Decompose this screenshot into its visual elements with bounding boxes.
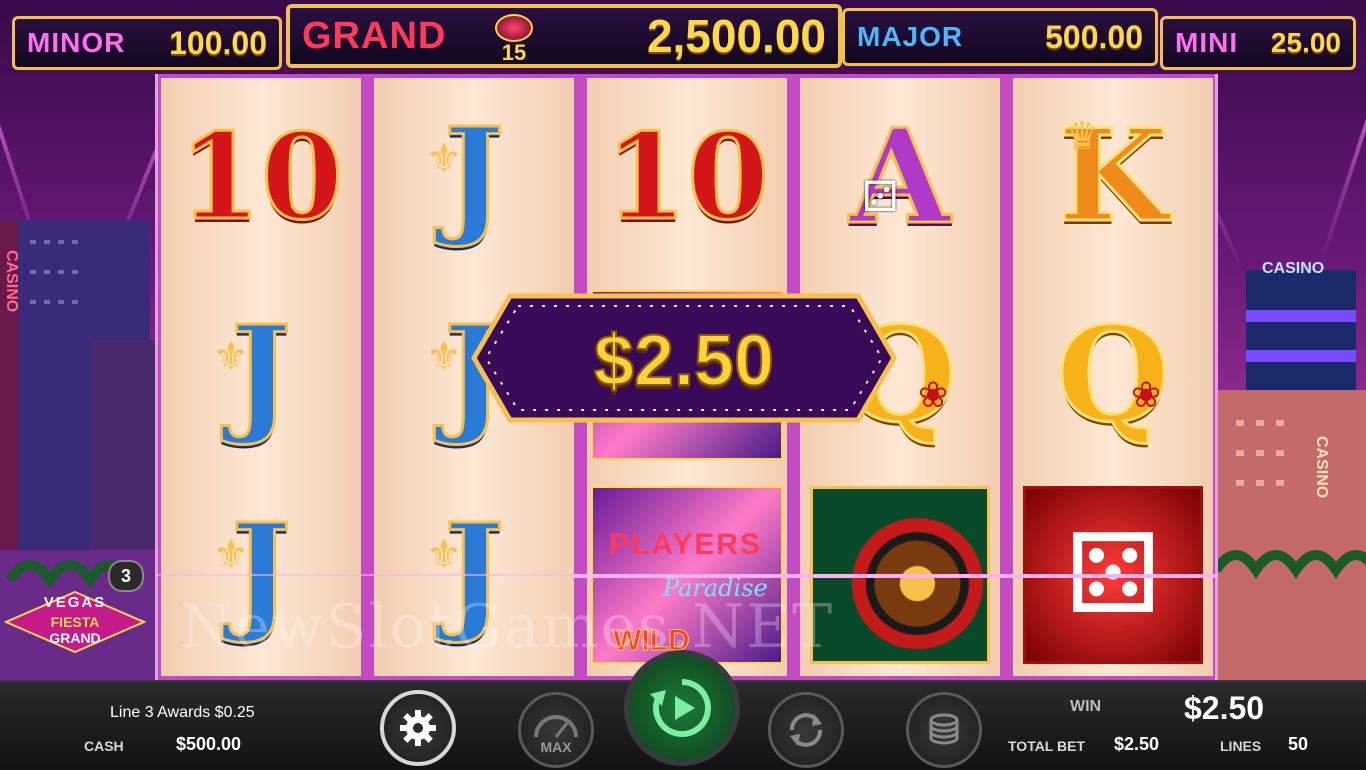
win-label: WIN [1070,698,1102,715]
jackpot-mini-value: 25.00 [1270,27,1341,58]
jackpot-bar: MINOR 100.00 GRAND 15 2,500.00 MAJOR 500… [0,0,1366,76]
cash-value: $500.00 [176,734,242,754]
control-bar: Line 3 Awards $0.25 CASH $500.00 MAX WIN… [0,650,1366,770]
lines-label: LINES [1220,738,1262,754]
fleur-de-lis-icon: ⚜ [426,533,462,577]
lines-value: 50 [1288,734,1309,754]
max-bet-button[interactable]: MAX [518,692,594,768]
spin-button[interactable] [624,650,740,766]
coin-stack-icon [929,713,959,745]
jackpot-mini-label: MINI [1175,27,1239,58]
payline-indicator [572,574,1218,578]
payline-indicator [155,574,575,576]
fleur-de-lis-icon: ⚜ [426,335,462,379]
logo-vegas: VEGAS [43,594,107,611]
total-bet-label: TOTAL BET [1008,738,1085,754]
jackpot-grand-value: 2,500.00 [646,10,826,62]
jackpot-grand: GRAND 15 2,500.00 [286,4,842,68]
reel-1: 10 ⚜ J ⚜ J [161,78,361,676]
symbol-10: 10 [603,105,770,247]
gear-icon [400,710,436,746]
casino-sign-right-vertical: CASINO [1313,436,1330,499]
fleur-de-lis-icon: ⚜ [213,533,249,577]
speedometer-icon [534,715,578,738]
cash-label: CASH [84,738,124,754]
max-bet-label: MAX [540,739,572,755]
autoplay-icon [790,713,822,747]
rose-icon: ❀ [1131,374,1162,415]
grand-badge: 15 [494,14,534,66]
coin-stack-button[interactable] [906,692,982,768]
symbol-j: ⚜ J [213,298,293,451]
symbol-j: ⚜ J [426,100,506,253]
players-text: PLAYERS [609,528,762,561]
light-beam [1320,69,1366,261]
spin-play-icon [650,679,711,737]
logo-grand: GRAND [49,630,101,646]
line-number-badge: 3 [108,560,144,592]
jackpot-minor: MINOR 100.00 [12,16,282,70]
symbol-q: Q ❀ [1055,296,1171,452]
symbol-10: 10 [177,105,344,247]
casino-chip-icon [495,14,533,42]
dice-icon: ⚂ [862,173,899,220]
casino-sign-left: CASINO [3,250,20,313]
right-skyline [1211,250,1366,680]
settings-button[interactable] [380,690,456,766]
fleur-de-lis-icon: ⚜ [213,335,249,379]
reel-5: ♛ K Q ❀ ⚄ [1013,78,1213,676]
symbol-a: A ⚂ [848,98,952,254]
total-bet-value: $2.50 [1114,734,1160,754]
jackpot-mini: MINI 25.00 [1160,16,1356,70]
casino-sign-right-top: CASINO [1262,260,1325,277]
watermark: NewSlotGames.NET [180,592,835,662]
win-value: $2.50 [1184,690,1265,726]
status-message: Line 3 Awards $0.25 [110,704,255,721]
symbol-dice: ⚄ [1013,474,1213,670]
autoplay-button[interactable] [768,692,844,768]
jackpot-minor-label: MINOR [27,27,126,58]
logo-fiesta: FIESTA [50,614,100,630]
grand-badge-number: 15 [501,40,527,65]
game-logo: VEGAS FIESTA GRAND [4,590,146,654]
fleur-de-lis-icon: ⚜ [426,137,462,181]
win-popup: $2.50 [470,290,898,426]
symbol-k: ♛ K [1057,101,1170,252]
jackpot-major-value: 500.00 [1045,18,1143,55]
jackpot-major-label: MAJOR [857,21,964,52]
jackpot-grand-label: GRAND [302,14,447,57]
rose-icon: ❀ [918,374,949,415]
crown-icon: ♛ [1065,116,1100,158]
jackpot-major: MAJOR 500.00 [842,8,1158,66]
win-popup-amount: $2.50 [593,320,775,402]
jackpot-minor-value: 100.00 [169,24,267,61]
